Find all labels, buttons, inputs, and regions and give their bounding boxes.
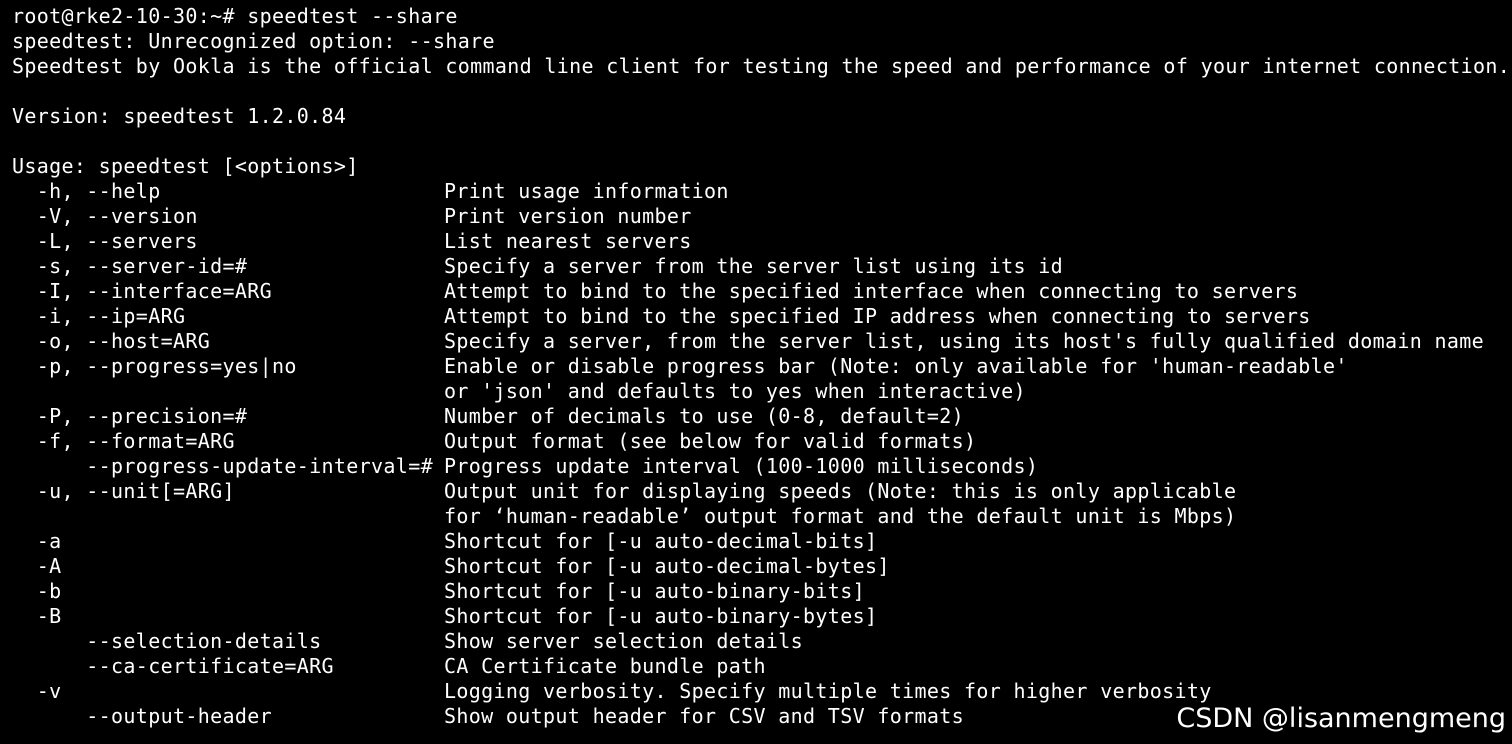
option-description: Shortcut for [-u auto-binary-bytes]: [444, 604, 878, 628]
option-row: -p, --progress=yes|no Enable or disable p…: [12, 354, 1512, 379]
option-flag: -s, --server-id=#: [12, 254, 248, 278]
option-description: Enable or disable progress bar (Note: on…: [444, 354, 1348, 378]
option-flag: -A: [12, 554, 62, 578]
option-flag: -I, --interface=ARG: [12, 279, 273, 303]
options-list: -h, --help Print usage information -V, --…: [12, 179, 1512, 729]
option-flag: -u, --unit[=ARG]: [12, 479, 235, 503]
option-row: or 'json' and defaults to yes when inter…: [12, 379, 1512, 404]
option-row: --ca-certificate=ARG CA Certificate bundl…: [12, 654, 1512, 679]
option-flag: --output-header: [12, 704, 273, 728]
option-row: -L, --servers List nearest servers: [12, 229, 1512, 254]
option-flag: -p, --progress=yes|no: [12, 354, 297, 378]
intro-line: Speedtest by Ookla is the official comma…: [12, 54, 1511, 78]
option-row: -P, --precision=# Number of decimals to u…: [12, 404, 1512, 429]
option-flag: -P, --precision=#: [12, 404, 248, 428]
option-description: Attempt to bind to the specified IP addr…: [444, 304, 1311, 328]
option-description: Output format (see below for valid forma…: [444, 429, 977, 453]
option-row: -u, --unit[=ARG] Output unit for displayi…: [12, 479, 1512, 504]
option-flag: -L, --servers: [12, 229, 198, 253]
option-description: Progress update interval (100-1000 milli…: [444, 454, 1039, 478]
option-flag: -f, --format=ARG: [12, 429, 235, 453]
option-description: Shortcut for [-u auto-decimal-bytes]: [444, 554, 890, 578]
option-flag: --selection-details: [12, 629, 322, 653]
option-row: -o, --host=ARG Specify a server, from the…: [12, 329, 1512, 354]
terminal-output[interactable]: root@rke2-10-30:~# speedtest --share spe…: [0, 0, 1512, 744]
option-row: -B Shortcut for [-u auto-binary-bytes]: [12, 604, 1512, 629]
option-description: CA Certificate bundle path: [444, 654, 766, 678]
option-row: for ‘human-readable’ output format and t…: [12, 504, 1512, 529]
option-flag: -v: [12, 679, 62, 703]
option-row: --progress-update-interval=# Progress upd…: [12, 454, 1512, 479]
option-row: -v Logging verbosity. Specify multiple ti…: [12, 679, 1512, 704]
option-row: -h, --help Print usage information: [12, 179, 1512, 204]
option-row: -s, --server-id=# Specify a server from t…: [12, 254, 1512, 279]
option-description: Print usage information: [444, 179, 729, 203]
option-flag: -b: [12, 579, 62, 603]
option-row: -a Shortcut for [-u auto-decimal-bits]: [12, 529, 1512, 554]
usage-line: Usage: speedtest [<options>]: [12, 154, 359, 178]
option-row: -I, --interface=ARG Attempt to bind to th…: [12, 279, 1512, 304]
option-description: Number of decimals to use (0-8, default=…: [444, 404, 965, 428]
option-description: Attempt to bind to the specified interfa…: [444, 279, 1299, 303]
option-row: -f, --format=ARG Output format (see below…: [12, 429, 1512, 454]
option-flag: --ca-certificate=ARG: [12, 654, 334, 678]
version-line: Version: speedtest 1.2.0.84: [12, 104, 347, 128]
option-description: Shortcut for [-u auto-decimal-bits]: [444, 529, 878, 553]
option-description: Logging verbosity. Specify multiple time…: [444, 679, 1212, 703]
option-flag: -o, --host=ARG: [12, 329, 211, 353]
option-row: -i, --ip=ARG Attempt to bind to the speci…: [12, 304, 1512, 329]
option-description: List nearest servers: [444, 229, 692, 253]
error-line: speedtest: Unrecognized option: --share: [12, 29, 495, 53]
option-row: -b Shortcut for [-u auto-binary-bits]: [12, 579, 1512, 604]
option-description: Print version number: [444, 204, 692, 228]
option-row: -V, --version Print version number: [12, 204, 1512, 229]
option-description: for ‘human-readable’ output format and t…: [444, 504, 1237, 528]
watermark: CSDN @lisanmengmeng: [1176, 703, 1506, 734]
option-description: Specify a server, from the server list, …: [444, 329, 1485, 353]
option-flag: -B: [12, 604, 62, 628]
option-flag: -a: [12, 529, 62, 553]
option-row: --selection-details Show server selection…: [12, 629, 1512, 654]
option-description: Output unit for displaying speeds (Note:…: [444, 479, 1237, 503]
option-flag: -V, --version: [12, 204, 198, 228]
option-flag: -h, --help: [12, 179, 161, 203]
option-row: -A Shortcut for [-u auto-decimal-bytes]: [12, 554, 1512, 579]
prompt-line: root@rke2-10-30:~# speedtest --share: [12, 4, 458, 28]
option-description: Specify a server from the server list us…: [444, 254, 1064, 278]
option-flag: -i, --ip=ARG: [12, 304, 186, 328]
option-description: Show output header for CSV and TSV forma…: [444, 704, 965, 728]
option-description: or 'json' and defaults to yes when inter…: [444, 379, 1026, 403]
option-flag: --progress-update-interval=#: [12, 454, 433, 478]
option-description: Show server selection details: [444, 629, 804, 653]
option-description: Shortcut for [-u auto-binary-bits]: [444, 579, 865, 603]
